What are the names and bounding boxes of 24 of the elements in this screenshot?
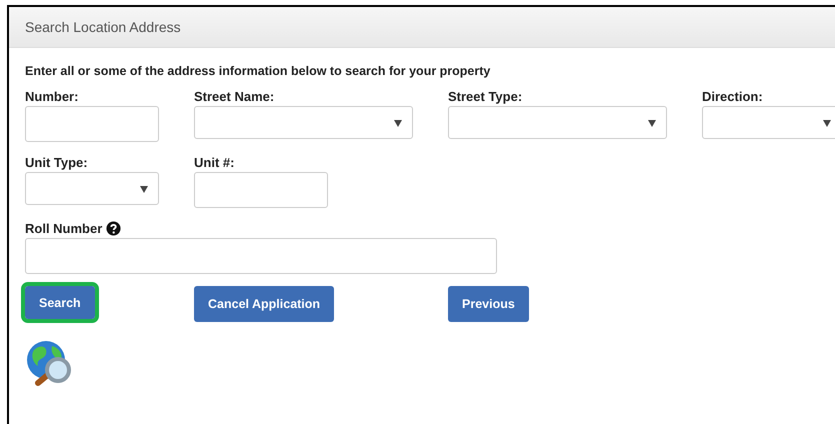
field-label: Street Name: <box>194 88 274 104</box>
action-button[interactable]: Previous <box>448 286 529 322</box>
input-field[interactable] <box>194 172 328 208</box>
dropdown-field[interactable] <box>448 106 667 139</box>
field-label: Street Type: <box>448 88 522 104</box>
field-label: Roll Number <box>25 220 102 236</box>
instructions: Enter all or some of the address information below to search for your property <box>25 64 492 78</box>
caret-icon <box>140 184 148 192</box>
action-button[interactable]: Cancel Application <box>194 286 334 322</box>
input-field[interactable] <box>25 238 497 274</box>
dropdown-field[interactable] <box>194 106 413 139</box>
caret-icon <box>648 118 656 126</box>
dropdown-field[interactable] <box>25 172 159 205</box>
field-label: Unit Type: <box>25 154 88 170</box>
help-icon[interactable] <box>106 220 122 236</box>
caret-icon <box>394 118 402 126</box>
dropdown-field[interactable] <box>702 106 835 139</box>
field-label: Number: <box>25 88 78 104</box>
field-label: Unit #: <box>194 154 234 170</box>
caret-icon <box>823 118 831 126</box>
panel-title: Search Location Address <box>25 19 181 35</box>
input-field[interactable] <box>25 106 159 142</box>
action-button[interactable]: Search <box>25 286 95 319</box>
field-label: Direction: <box>702 88 763 104</box>
